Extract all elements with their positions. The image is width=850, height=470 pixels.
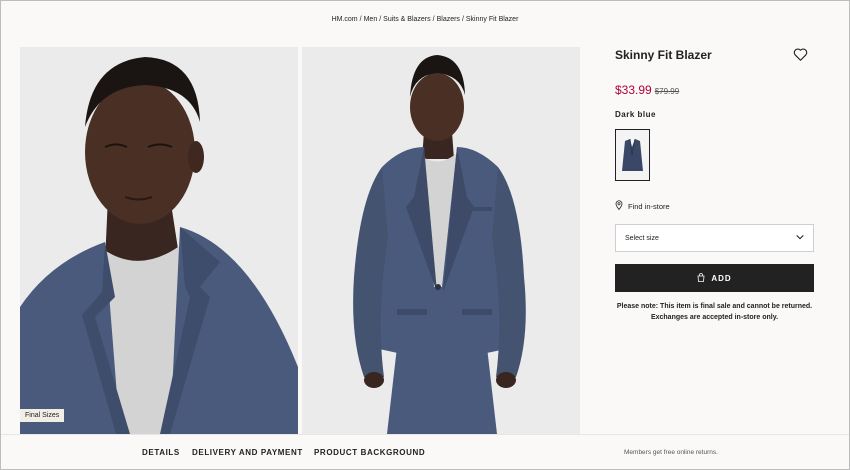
bottom-tab-bar: DETAILS DELIVERY AND PAYMENT PRODUCT BAC… xyxy=(1,434,849,469)
product-title: Skinny Fit Blazer xyxy=(615,48,712,62)
find-in-store-label: Find in-store xyxy=(628,201,670,211)
blazer-full-photo[interactable] xyxy=(302,47,580,434)
price-row: $33.99 $79.99 xyxy=(615,81,679,99)
find-in-store-link[interactable]: Find in-store xyxy=(615,200,670,212)
breadcrumb: HM.com / Men / Suits & Blazers / Blazers / Skinn… xyxy=(331,16,519,23)
add-button-label: ADD xyxy=(711,273,732,283)
sale-price: $33.99 xyxy=(615,83,652,97)
breadcrumb-men[interactable]: Men xyxy=(364,16,378,23)
heart-icon[interactable] xyxy=(793,47,808,61)
final-sale-note: Please note: This item is final sale and… xyxy=(616,303,813,321)
color-swatch-dark-blue[interactable] xyxy=(615,129,650,181)
shopping-bag-icon xyxy=(697,272,711,284)
chevron-down-icon xyxy=(796,234,804,242)
size-select-placeholder: Select size xyxy=(625,234,659,242)
tab-product-background[interactable]: PRODUCT BACKGROUND xyxy=(314,448,425,457)
tab-delivery-and-payment[interactable]: DELIVERY AND PAYMENT xyxy=(192,448,303,457)
free-returns-text: Members get free online returns. xyxy=(624,449,718,456)
tab-details[interactable]: DETAILS xyxy=(142,448,180,457)
breadcrumb-blazers[interactable]: Blazers xyxy=(437,16,460,23)
original-price: $79.99 xyxy=(654,87,680,96)
breadcrumb-home[interactable]: HM.com xyxy=(332,16,358,23)
color-name: Dark blue xyxy=(615,110,656,119)
final-sizes-badge: Final Sizes xyxy=(20,409,65,422)
location-pin-icon xyxy=(615,200,628,212)
add-to-bag-button[interactable]: ADD xyxy=(615,264,814,292)
blazer-closeup-photo[interactable] xyxy=(20,47,298,434)
breadcrumb-current: Skinny Fit Blazer xyxy=(465,16,519,23)
size-select[interactable]: Select size xyxy=(615,224,814,252)
breadcrumb-suits-blazers[interactable]: Suits & Blazers xyxy=(383,16,430,23)
